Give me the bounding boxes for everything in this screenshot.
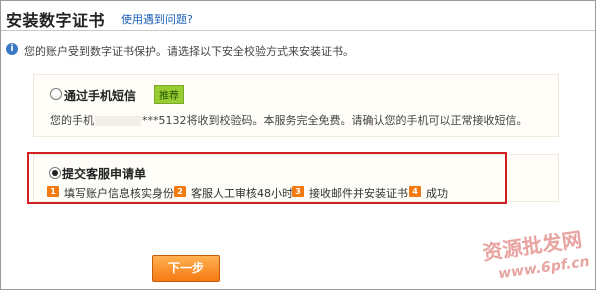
next-step-button[interactable]: 下一步 (152, 255, 220, 282)
info-text: 您的账户受到数字证书保护。请选择以下安全校验方式来安装证书。 (24, 45, 354, 58)
header-divider (1, 30, 595, 31)
sms-label[interactable]: 通过手机短信 (64, 87, 136, 104)
step-3-number: 3 (292, 186, 304, 197)
radio-selected-dot (52, 170, 58, 176)
step-4-number: 4 (409, 186, 421, 197)
step-4-text: 成功 (426, 187, 448, 200)
step-2-number: 2 (174, 186, 186, 197)
step-1-number: 1 (47, 186, 59, 197)
option-sms: 通过手机短信 推荐 您的手机 ***5132将收到校验码。本服务完全免费。请确认您… (33, 74, 559, 137)
masked-phone (95, 116, 141, 126)
step-1-text: 填写账户信息核实身份 (64, 187, 174, 200)
page-title: 安装数字证书 (6, 11, 106, 30)
service-label[interactable]: 提交客服申请单 (62, 165, 146, 182)
sms-radio[interactable] (50, 88, 62, 100)
service-radio[interactable] (49, 167, 61, 179)
sms-desc-suffix: ***5132将收到校验码。本服务完全免费。请确认您的手机可以正常接收短信。 (142, 114, 528, 127)
recommended-badge: 推荐 (154, 85, 184, 104)
step-3-text: 接收邮件并安装证书 (309, 187, 408, 200)
header: 安装数字证书 使用遇到问题? (1, 1, 595, 30)
sms-description: 您的手机 ***5132将收到校验码。本服务完全免费。请确认您的手机可以正常接收短… (50, 112, 528, 128)
sms-desc-prefix: 您的手机 (50, 114, 94, 127)
step-2-text: 客服人工审核48小时 (191, 187, 293, 200)
help-link[interactable]: 使用遇到问题? (121, 11, 193, 27)
info-icon: i (6, 43, 18, 55)
